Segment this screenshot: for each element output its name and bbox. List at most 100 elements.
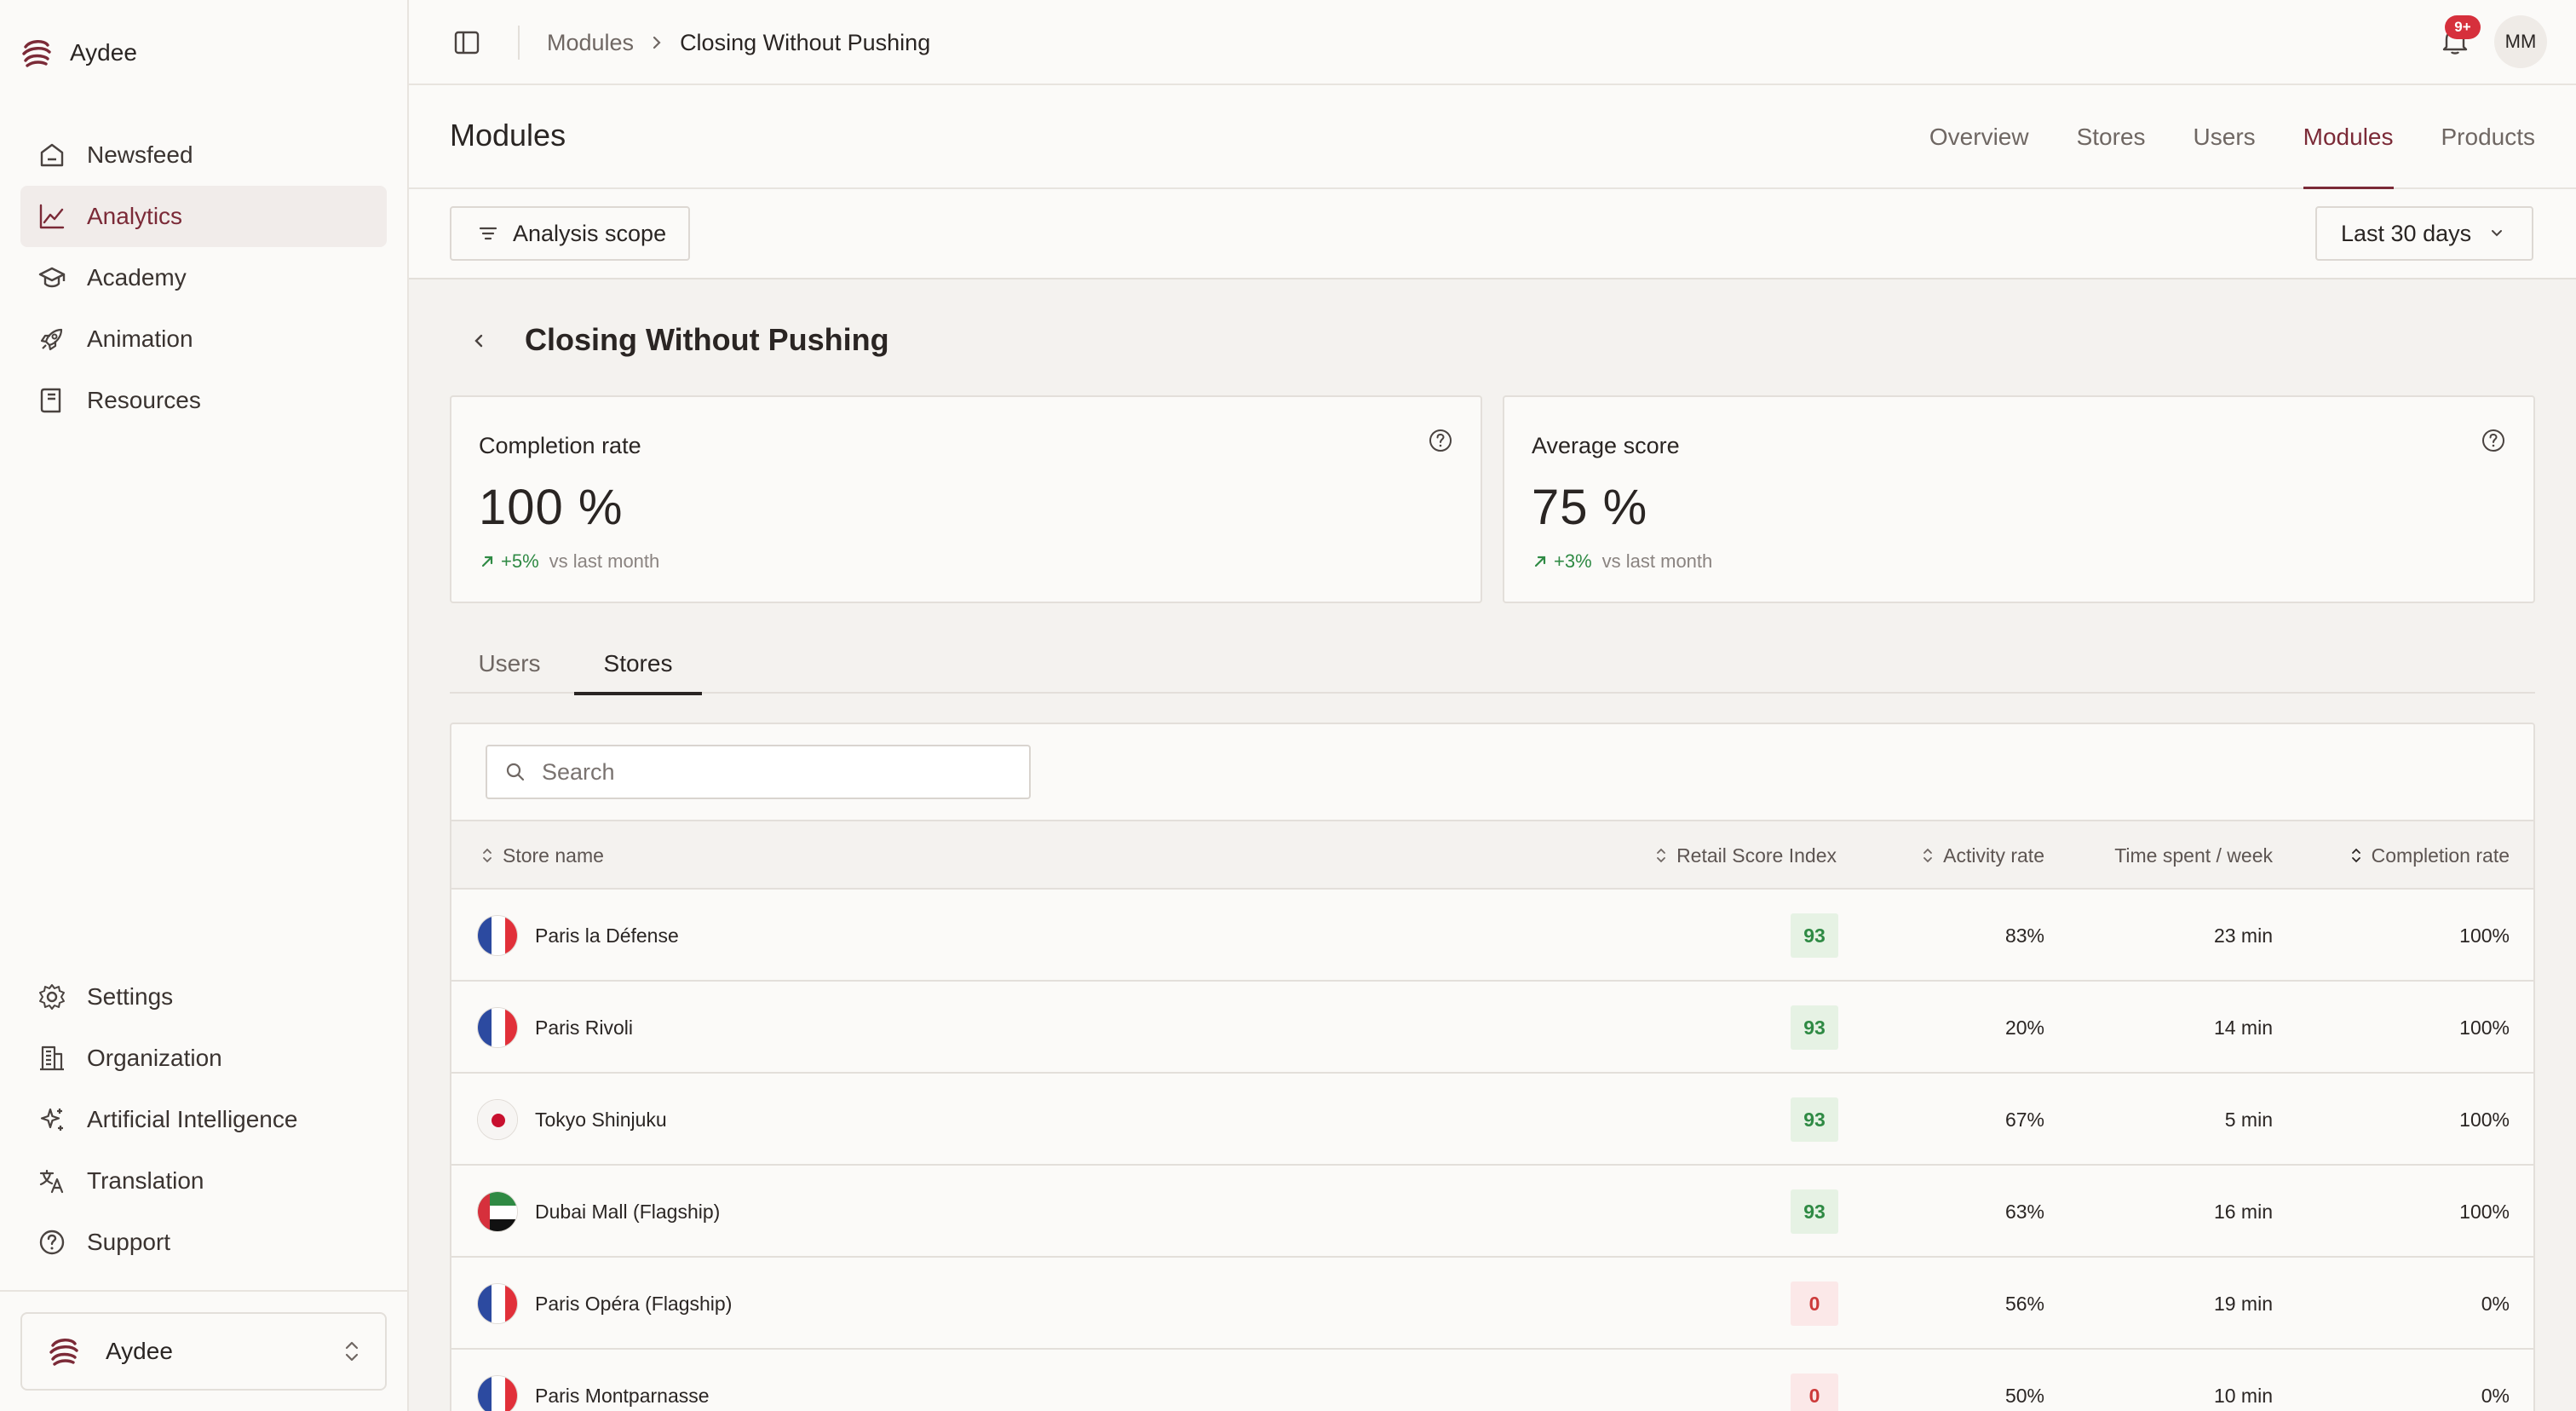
sidebar-item-academy[interactable]: Academy: [20, 247, 387, 308]
activity-rate-cell: 83%: [2004, 924, 2044, 947]
sidebar-item-organization[interactable]: Organization: [20, 1028, 387, 1089]
brand[interactable]: Aydee: [19, 34, 137, 72]
france-flag-icon: [477, 915, 518, 956]
sidebar-item-label: Organization: [87, 1045, 222, 1071]
japan-flag-icon: [477, 1099, 518, 1140]
sort-icon: [1923, 848, 1933, 863]
tab-products[interactable]: Products: [2418, 85, 2560, 189]
store-name[interactable]: Paris la Défense: [535, 924, 679, 947]
chevron-down-icon: [2492, 230, 2503, 237]
chart-line-icon: [37, 202, 66, 231]
sidebar-item-label: Settings: [87, 983, 174, 1010]
tab-modules[interactable]: Modules: [2280, 85, 2418, 189]
kpi-delta-suffix: vs last month: [1601, 550, 1713, 572]
sidebar-item-artificial-intelligence[interactable]: Artificial Intelligence: [20, 1089, 387, 1150]
book-icon: [37, 386, 66, 415]
column-completion-rate[interactable]: Completion rate: [2349, 821, 2510, 890]
kpi-delta-positive: +5%: [479, 550, 539, 573]
search-field[interactable]: [486, 745, 1031, 799]
date-range-label: Last 30 days: [2341, 220, 2472, 246]
retail-score-badge: 93: [1791, 1005, 1838, 1050]
sort-icon: [2351, 848, 2360, 863]
building-icon: [37, 1044, 66, 1073]
column-label: Retail Score Index: [1676, 844, 1837, 867]
store-name[interactable]: Paris Rivoli: [535, 1016, 633, 1040]
trend-up-icon: [481, 556, 493, 567]
activity-rate-cell: 20%: [2004, 1016, 2044, 1039]
sidebar-item-label: Support: [87, 1229, 171, 1255]
completion-rate-cell: 0%: [2481, 1384, 2510, 1407]
tab-stores[interactable]: Stores: [574, 634, 702, 695]
table-row[interactable]: Paris la Défense 93 83% 23 min 100%: [451, 891, 2533, 982]
tab-users[interactable]: Users: [2170, 85, 2280, 189]
table-row[interactable]: Dubai Mall (Flagship) 93 63% 16 min 100%: [451, 1167, 2533, 1258]
sidebar-item-label: Academy: [87, 264, 187, 291]
store-name[interactable]: Dubai Mall (Flagship): [535, 1201, 720, 1224]
filter-bar: Analysis scope Last 30 days: [409, 189, 2576, 279]
column-store-name[interactable]: Store name: [480, 821, 604, 890]
store-name[interactable]: Paris Opéra (Flagship): [535, 1293, 732, 1316]
help-circle-icon[interactable]: [2481, 428, 2506, 453]
back-arrow-icon[interactable]: [469, 327, 489, 354]
table-row[interactable]: Paris Rivoli 93 20% 14 min 100%: [451, 983, 2533, 1074]
store-cell: Paris Opéra (Flagship): [477, 1283, 732, 1324]
search-icon: [506, 763, 525, 781]
france-flag-icon: [477, 1375, 518, 1411]
graduation-cap-icon: [37, 263, 66, 292]
store-name[interactable]: Paris Montparnasse: [535, 1385, 710, 1408]
tab-users[interactable]: Users: [450, 634, 569, 694]
sort-icon: [483, 848, 492, 863]
module-content: Closing Without Pushing Completion rate …: [409, 279, 2576, 1411]
time-spent-cell: 10 min: [2213, 1384, 2273, 1407]
tab-overview[interactable]: Overview: [1906, 85, 2053, 189]
activity-rate-cell: 56%: [2004, 1292, 2044, 1315]
table-row[interactable]: Paris Montparnasse 0 50% 10 min 0%: [451, 1351, 2533, 1411]
sidebar-item-animation[interactable]: Animation: [20, 308, 387, 370]
sidebar-divider: [0, 1290, 407, 1292]
stores-table: Store name Retail Score Index Activity r…: [450, 723, 2535, 1411]
store-cell: Tokyo Shinjuku: [477, 1099, 667, 1140]
sidebar-item-support[interactable]: Support: [20, 1212, 387, 1273]
gear-icon: [37, 982, 66, 1011]
sidebar-item-translation[interactable]: Translation: [20, 1150, 387, 1212]
column-label: Store name: [503, 844, 604, 867]
org-name: Aydee: [106, 1338, 173, 1364]
kpi-delta-positive: +3%: [1532, 550, 1592, 573]
retail-score-badge: 93: [1791, 1189, 1838, 1234]
page-title: Modules: [450, 118, 566, 153]
sidebar-item-resources[interactable]: Resources: [20, 370, 387, 431]
sidebar-item-settings[interactable]: Settings: [20, 966, 387, 1028]
help-circle-icon[interactable]: [1428, 428, 1453, 453]
column-retail-score-index[interactable]: Retail Score Index: [1654, 821, 1837, 890]
module-title: Closing Without Pushing: [525, 322, 889, 357]
time-spent-cell: 23 min: [2213, 924, 2273, 947]
date-range-select[interactable]: Last 30 days: [2315, 206, 2533, 261]
kpi-delta: +5% vs last month: [479, 550, 659, 573]
search-input[interactable]: [542, 758, 1019, 786]
avatar[interactable]: MM: [2494, 15, 2547, 68]
store-cell: Dubai Mall (Flagship): [477, 1191, 720, 1232]
sidebar-item-analytics[interactable]: Analytics: [20, 186, 387, 247]
time-spent-cell: 5 min: [2224, 1108, 2273, 1131]
table-row[interactable]: Paris Opéra (Flagship) 0 56% 19 min 0%: [451, 1259, 2533, 1350]
sidebar-toggle-icon[interactable]: [453, 29, 480, 56]
time-spent-cell: 19 min: [2213, 1292, 2273, 1315]
chevron-up-down-icon: [345, 1341, 359, 1362]
sidebar-item-newsfeed[interactable]: Newsfeed: [20, 124, 387, 186]
sidebar-item-label: Resources: [87, 387, 201, 413]
table-row[interactable]: Tokyo Shinjuku 93 67% 5 min 100%: [451, 1075, 2533, 1166]
column-label: Activity rate: [1943, 844, 2044, 867]
filter-icon: [479, 227, 497, 240]
tab-stores[interactable]: Stores: [2053, 85, 2170, 189]
kpi-delta: +3% vs last month: [1532, 550, 1712, 573]
sidebar: Aydee Newsfeed Analytics Academy Animati…: [0, 0, 409, 1411]
help-circle-icon: [37, 1228, 66, 1257]
analysis-scope-button[interactable]: Analysis scope: [450, 206, 690, 261]
column-activity-rate[interactable]: Activity rate: [1921, 821, 2044, 890]
org-switcher[interactable]: Aydee: [20, 1312, 387, 1391]
time-spent-cell: 16 min: [2213, 1200, 2273, 1223]
time-spent-cell: 14 min: [2213, 1016, 2273, 1039]
breadcrumb-modules[interactable]: Modules: [547, 30, 634, 56]
chevron-right-icon: [653, 36, 661, 49]
store-name[interactable]: Tokyo Shinjuku: [535, 1109, 667, 1132]
